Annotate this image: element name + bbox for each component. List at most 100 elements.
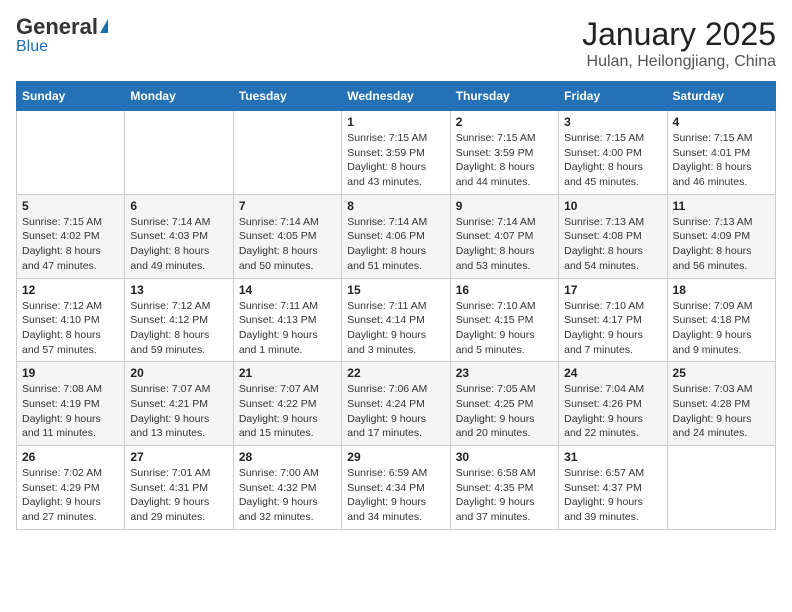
- calendar-cell: 23 Sunrise: 7:05 AM Sunset: 4:25 PM Dayli…: [450, 362, 558, 446]
- calendar-subtitle: Hulan, Heilongjiang, China: [582, 53, 776, 71]
- day-info: Sunrise: 7:13 AM Sunset: 4:09 PM Dayligh…: [673, 215, 770, 274]
- day-number: 19: [22, 366, 119, 380]
- day-number: 30: [456, 450, 553, 464]
- day-number: 18: [673, 283, 770, 297]
- calendar-cell: 8 Sunrise: 7:14 AM Sunset: 4:06 PM Daylig…: [342, 194, 450, 278]
- logo-blue-text: Blue: [16, 38, 48, 56]
- day-number: 8: [347, 199, 444, 213]
- day-info: Sunrise: 7:11 AM Sunset: 4:13 PM Dayligh…: [239, 299, 336, 358]
- day-info: Sunrise: 7:03 AM Sunset: 4:28 PM Dayligh…: [673, 382, 770, 441]
- day-info: Sunrise: 7:15 AM Sunset: 4:02 PM Dayligh…: [22, 215, 119, 274]
- calendar-week-3: 12 Sunrise: 7:12 AM Sunset: 4:10 PM Dayli…: [17, 278, 776, 362]
- calendar-cell: 29 Sunrise: 6:59 AM Sunset: 4:34 PM Dayli…: [342, 446, 450, 530]
- weekday-header-sunday: Sunday: [17, 82, 125, 111]
- day-info: Sunrise: 7:14 AM Sunset: 4:05 PM Dayligh…: [239, 215, 336, 274]
- day-number: 3: [564, 115, 661, 129]
- calendar-cell: 4Sunrise: 7:15 AM Sunset: 4:01 PM Daylig…: [667, 111, 775, 195]
- day-number: 24: [564, 366, 661, 380]
- calendar-cell: 2Sunrise: 7:15 AM Sunset: 3:59 PM Daylig…: [450, 111, 558, 195]
- calendar-cell: 22 Sunrise: 7:06 AM Sunset: 4:24 PM Dayli…: [342, 362, 450, 446]
- day-info: Sunrise: 7:05 AM Sunset: 4:25 PM Dayligh…: [456, 382, 553, 441]
- day-number: 6: [130, 199, 227, 213]
- calendar-cell: 10Sunrise: 7:13 AM Sunset: 4:08 PM Dayli…: [559, 194, 667, 278]
- calendar-cell: [125, 111, 233, 195]
- calendar-cell: 5 Sunrise: 7:15 AM Sunset: 4:02 PM Daylig…: [17, 194, 125, 278]
- calendar-week-5: 26 Sunrise: 7:02 AM Sunset: 4:29 PM Dayli…: [17, 446, 776, 530]
- title-block: January 2025 Hulan, Heilongjiang, China: [582, 16, 776, 71]
- day-info: Sunrise: 7:06 AM Sunset: 4:24 PM Dayligh…: [347, 382, 444, 441]
- calendar-week-4: 19 Sunrise: 7:08 AM Sunset: 4:19 PM Dayli…: [17, 362, 776, 446]
- day-number: 16: [456, 283, 553, 297]
- day-number: 23: [456, 366, 553, 380]
- calendar-cell: 14 Sunrise: 7:11 AM Sunset: 4:13 PM Dayli…: [233, 278, 341, 362]
- calendar-week-2: 5 Sunrise: 7:15 AM Sunset: 4:02 PM Daylig…: [17, 194, 776, 278]
- calendar-cell: 26 Sunrise: 7:02 AM Sunset: 4:29 PM Dayli…: [17, 446, 125, 530]
- weekday-header-wednesday: Wednesday: [342, 82, 450, 111]
- calendar-cell: 20Sunrise: 7:07 AM Sunset: 4:21 PM Dayli…: [125, 362, 233, 446]
- day-info: Sunrise: 7:10 AM Sunset: 4:15 PM Dayligh…: [456, 299, 553, 358]
- day-number: 5: [22, 199, 119, 213]
- day-info: Sunrise: 7:02 AM Sunset: 4:29 PM Dayligh…: [22, 466, 119, 525]
- logo-general-text: General: [16, 16, 98, 38]
- day-number: 22: [347, 366, 444, 380]
- day-info: Sunrise: 7:15 AM Sunset: 3:59 PM Dayligh…: [347, 131, 444, 190]
- calendar-cell: 21Sunrise: 7:07 AM Sunset: 4:22 PM Dayli…: [233, 362, 341, 446]
- day-info: Sunrise: 7:15 AM Sunset: 4:00 PM Dayligh…: [564, 131, 661, 190]
- day-number: 28: [239, 450, 336, 464]
- day-number: 21: [239, 366, 336, 380]
- day-info: Sunrise: 7:07 AM Sunset: 4:21 PM Dayligh…: [130, 382, 227, 441]
- weekday-header-tuesday: Tuesday: [233, 82, 341, 111]
- calendar-cell: 24Sunrise: 7:04 AM Sunset: 4:26 PM Dayli…: [559, 362, 667, 446]
- calendar-cell: 6 Sunrise: 7:14 AM Sunset: 4:03 PM Daylig…: [125, 194, 233, 278]
- calendar-cell: [17, 111, 125, 195]
- day-number: 29: [347, 450, 444, 464]
- day-info: Sunrise: 7:10 AM Sunset: 4:17 PM Dayligh…: [564, 299, 661, 358]
- day-number: 31: [564, 450, 661, 464]
- day-number: 9: [456, 199, 553, 213]
- day-number: 7: [239, 199, 336, 213]
- calendar-cell: 30 Sunrise: 6:58 AM Sunset: 4:35 PM Dayli…: [450, 446, 558, 530]
- page-header: General Blue January 2025 Hulan, Heilong…: [16, 16, 776, 71]
- calendar-cell: 13 Sunrise: 7:12 AM Sunset: 4:12 PM Dayli…: [125, 278, 233, 362]
- calendar-cell: 3 Sunrise: 7:15 AM Sunset: 4:00 PM Daylig…: [559, 111, 667, 195]
- day-number: 14: [239, 283, 336, 297]
- weekday-header-saturday: Saturday: [667, 82, 775, 111]
- day-info: Sunrise: 7:14 AM Sunset: 4:06 PM Dayligh…: [347, 215, 444, 274]
- weekday-header-thursday: Thursday: [450, 82, 558, 111]
- day-number: 2: [456, 115, 553, 129]
- day-number: 11: [673, 199, 770, 213]
- day-number: 13: [130, 283, 227, 297]
- day-info: Sunrise: 6:58 AM Sunset: 4:35 PM Dayligh…: [456, 466, 553, 525]
- calendar-cell: 15Sunrise: 7:11 AM Sunset: 4:14 PM Dayli…: [342, 278, 450, 362]
- calendar-cell: 11 Sunrise: 7:13 AM Sunset: 4:09 PM Dayli…: [667, 194, 775, 278]
- calendar-cell: [667, 446, 775, 530]
- day-info: Sunrise: 7:13 AM Sunset: 4:08 PM Dayligh…: [564, 215, 661, 274]
- calendar-title: January 2025: [582, 16, 776, 53]
- calendar-cell: 12 Sunrise: 7:12 AM Sunset: 4:10 PM Dayli…: [17, 278, 125, 362]
- calendar-cell: 25Sunrise: 7:03 AM Sunset: 4:28 PM Dayli…: [667, 362, 775, 446]
- day-number: 15: [347, 283, 444, 297]
- day-info: Sunrise: 7:14 AM Sunset: 4:03 PM Dayligh…: [130, 215, 227, 274]
- calendar-cell: 18Sunrise: 7:09 AM Sunset: 4:18 PM Dayli…: [667, 278, 775, 362]
- calendar-cell: 31 Sunrise: 6:57 AM Sunset: 4:37 PM Dayli…: [559, 446, 667, 530]
- day-number: 12: [22, 283, 119, 297]
- calendar-cell: 17Sunrise: 7:10 AM Sunset: 4:17 PM Dayli…: [559, 278, 667, 362]
- calendar-header: SundayMondayTuesdayWednesdayThursdayFrid…: [17, 82, 776, 111]
- day-number: 1: [347, 115, 444, 129]
- logo: General Blue: [16, 16, 108, 56]
- day-info: Sunrise: 6:59 AM Sunset: 4:34 PM Dayligh…: [347, 466, 444, 525]
- day-info: Sunrise: 6:57 AM Sunset: 4:37 PM Dayligh…: [564, 466, 661, 525]
- calendar-cell: 28Sunrise: 7:00 AM Sunset: 4:32 PM Dayli…: [233, 446, 341, 530]
- day-number: 26: [22, 450, 119, 464]
- weekday-header-monday: Monday: [125, 82, 233, 111]
- calendar-cell: 9Sunrise: 7:14 AM Sunset: 4:07 PM Daylig…: [450, 194, 558, 278]
- calendar-cell: 7 Sunrise: 7:14 AM Sunset: 4:05 PM Daylig…: [233, 194, 341, 278]
- day-info: Sunrise: 7:12 AM Sunset: 4:10 PM Dayligh…: [22, 299, 119, 358]
- calendar-cell: 16 Sunrise: 7:10 AM Sunset: 4:15 PM Dayli…: [450, 278, 558, 362]
- day-info: Sunrise: 7:12 AM Sunset: 4:12 PM Dayligh…: [130, 299, 227, 358]
- day-info: Sunrise: 7:08 AM Sunset: 4:19 PM Dayligh…: [22, 382, 119, 441]
- day-number: 27: [130, 450, 227, 464]
- weekday-header-friday: Friday: [559, 82, 667, 111]
- day-info: Sunrise: 7:01 AM Sunset: 4:31 PM Dayligh…: [130, 466, 227, 525]
- day-number: 4: [673, 115, 770, 129]
